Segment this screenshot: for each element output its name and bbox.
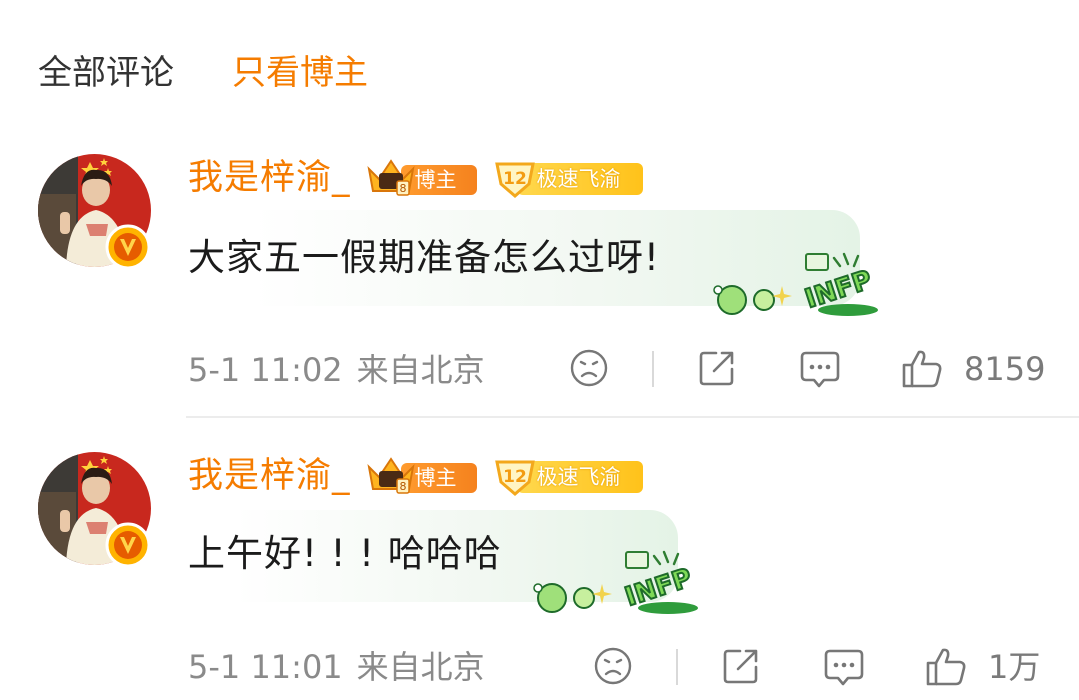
comment-text: 大家五一假期准备怎么过呀! bbox=[188, 236, 660, 279]
sad-face-icon bbox=[570, 349, 608, 387]
share-button[interactable] bbox=[696, 347, 738, 389]
verified-badge-icon bbox=[105, 224, 151, 270]
tab-all-comments[interactable]: 全部评论 bbox=[38, 48, 174, 98]
comment-time: 5-1 11:01 bbox=[188, 648, 343, 686]
username[interactable]: 我是梓渝_ bbox=[188, 154, 351, 202]
fan-level-badge[interactable]: 极速飞渝 12 bbox=[491, 160, 643, 198]
like-icon bbox=[902, 350, 942, 388]
crown-icon: 8 bbox=[366, 159, 415, 196]
sad-face-icon bbox=[594, 647, 632, 685]
reply-button[interactable] bbox=[798, 348, 842, 390]
verified-badge-icon bbox=[105, 522, 151, 568]
comment-location: 来自北京 bbox=[356, 351, 485, 389]
share-icon bbox=[699, 351, 734, 386]
crown-icon: 8 bbox=[366, 457, 415, 494]
svg-text:8: 8 bbox=[399, 182, 406, 195]
username[interactable]: 我是梓渝_ bbox=[188, 452, 351, 500]
action-divider bbox=[652, 351, 654, 387]
comment-item: 我是梓渝_ 博主 8 极速飞渝 12 大家五一假期准备怎么过呀! 5-1 11:… bbox=[0, 150, 1079, 415]
comment-icon bbox=[800, 351, 840, 388]
comment-header: 我是梓渝_ 博主 8 极速飞渝 12 bbox=[188, 154, 643, 202]
blogger-badge[interactable]: 博主 8 bbox=[365, 159, 477, 196]
level-number: 12 bbox=[503, 467, 527, 487]
comment-filter-tabs: 全部评论 只看博主 bbox=[38, 48, 368, 98]
svg-text:8: 8 bbox=[399, 480, 406, 493]
dislike-button[interactable] bbox=[568, 347, 610, 389]
comment-header: 我是梓渝_ 博主 8 极速飞渝 12 bbox=[188, 452, 643, 500]
comment-text: 上午好! ! ! 哈哈哈 bbox=[188, 532, 502, 575]
comment-separator bbox=[186, 416, 1079, 418]
level-shield-icon: 12 bbox=[494, 460, 535, 496]
blogger-badge[interactable]: 博主 8 bbox=[365, 457, 477, 494]
comment-icon bbox=[824, 649, 864, 686]
action-divider bbox=[676, 649, 678, 685]
comment-meta: 5-1 11:01 来自北京 bbox=[188, 644, 485, 690]
tab-blogger-only[interactable]: 只看博主 bbox=[232, 48, 368, 98]
like-count: 1万 bbox=[988, 648, 1041, 686]
level-number: 12 bbox=[503, 169, 527, 189]
infp-sticker-icon: INFP bbox=[533, 550, 698, 614]
comment-location: 来自北京 bbox=[356, 648, 485, 686]
share-icon bbox=[723, 649, 758, 684]
share-button[interactable] bbox=[720, 645, 762, 687]
like-button[interactable]: 8159 bbox=[900, 346, 1045, 392]
comment-time: 5-1 11:02 bbox=[188, 351, 343, 389]
level-shield-icon: 12 bbox=[494, 162, 535, 198]
reply-button[interactable] bbox=[822, 646, 866, 688]
infp-sticker-icon: INFP bbox=[713, 252, 878, 316]
like-count: 8159 bbox=[964, 350, 1046, 388]
fan-level-badge[interactable]: 极速飞渝 12 bbox=[491, 458, 643, 496]
like-icon bbox=[926, 648, 966, 686]
comment-meta: 5-1 11:02 来自北京 bbox=[188, 347, 485, 393]
dislike-button[interactable] bbox=[592, 645, 634, 687]
like-button[interactable]: 1万 bbox=[924, 644, 1040, 690]
